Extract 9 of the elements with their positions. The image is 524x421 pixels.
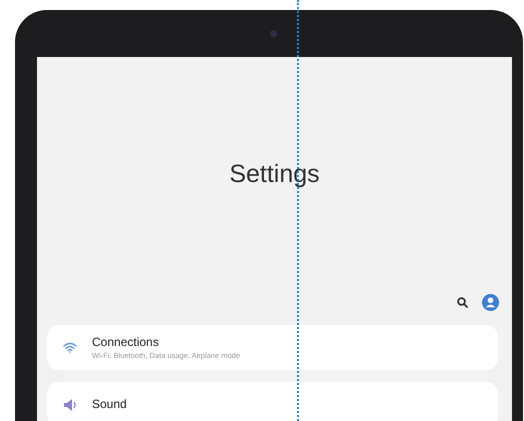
screen-title: Settings: [229, 159, 320, 190]
camera-icon: [270, 30, 277, 37]
wifi-icon: [63, 342, 77, 353]
item-title: Sound: [92, 397, 127, 412]
item-title: Connections: [92, 334, 160, 350]
settings-item[interactable]: Sound: [47, 382, 498, 421]
search-icon[interactable]: [457, 296, 468, 308]
speaker-icon: [63, 398, 77, 410]
profile-icon[interactable]: [482, 294, 499, 311]
